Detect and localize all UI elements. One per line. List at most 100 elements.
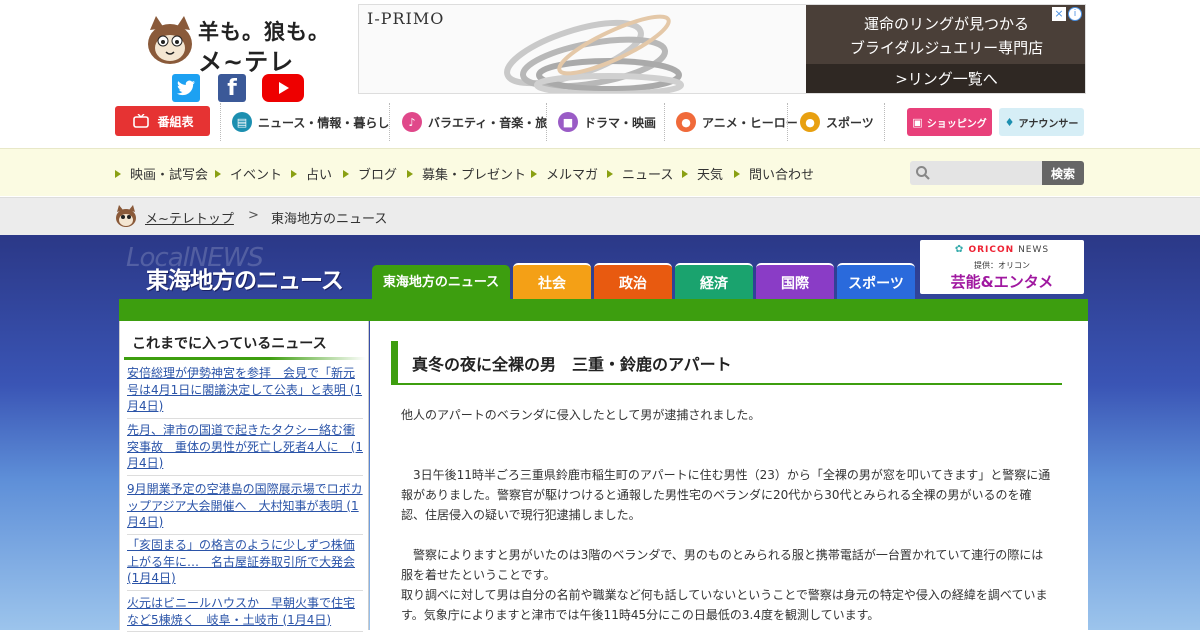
nav-news[interactable]: ▤ ニュース・情報・暮らし xyxy=(232,103,389,141)
facebook-icon[interactable]: f xyxy=(218,74,246,102)
subnav-label: 募集・プレゼント xyxy=(422,168,527,183)
sidebar: これまでに入っているニュース 安倍総理が伊勢神宮を参拝 会見で「新元号は4月1日… xyxy=(119,321,369,632)
tab-sports[interactable]: スポーツ xyxy=(837,263,915,300)
nav-bangumi-button[interactable]: 番組表 xyxy=(115,106,210,136)
tab-tokai[interactable]: 東海地方のニュース xyxy=(372,265,510,300)
triangle-bullet-icon xyxy=(343,169,349,178)
music-note-icon: ♪ xyxy=(402,112,422,132)
shopping-bag-icon: ▣ xyxy=(912,115,923,129)
tab-underline-bar xyxy=(119,299,1088,321)
nav-sports-label: スポーツ xyxy=(826,115,874,130)
subnav-item-mailmag[interactable]: メルマガ xyxy=(531,164,598,183)
nav-shopping-button[interactable]: ▣ ショッピング xyxy=(907,108,992,136)
section-title: 東海地方のニュース xyxy=(146,268,344,294)
nav-announcer-button[interactable]: ♦ アナウンサー xyxy=(999,108,1084,136)
subnav-label: ブログ xyxy=(358,168,398,183)
breadcrumb: メ~テレトップ > 東海地方のニュース xyxy=(0,197,1200,235)
nav-divider xyxy=(664,103,665,141)
adchoices-icon[interactable]: i xyxy=(1068,7,1082,21)
article-paragraph: 3日午後11時半ごろ三重県鈴鹿市稲生町のアパートに住む男性（23）から「全裸の男… xyxy=(401,468,1051,522)
breadcrumb-current: 東海地方のニュース xyxy=(271,212,388,227)
subnav-label: ニュース xyxy=(622,168,674,183)
article-paragraph: 警察によりますと男がいたのは3階のベランダで、男のものとみられる服と携帯電話が一… xyxy=(401,548,1044,582)
subnav-item-fortune[interactable]: 占い xyxy=(291,164,332,183)
subnav-label: イベント xyxy=(230,168,283,183)
subnav-item-blog[interactable]: ブログ xyxy=(343,164,397,183)
tab-shakai[interactable]: 社会 xyxy=(513,263,591,300)
nav-variety[interactable]: ♪ バラエティ・音楽・旅 xyxy=(402,103,547,141)
triangle-bullet-icon xyxy=(682,169,688,178)
oricon-brand: ✿ ORICON NEWS xyxy=(920,244,1084,255)
nav-divider xyxy=(220,103,221,141)
triangle-bullet-icon xyxy=(607,169,613,178)
subnav-item-news[interactable]: ニュース xyxy=(607,164,673,183)
oricon-entertainment-banner[interactable]: ✿ ORICON NEWS 提供：オリコン 芸能&エンタメ xyxy=(920,240,1084,294)
nav-shopping-label: ショッピング xyxy=(926,118,987,130)
nav-divider xyxy=(389,103,390,141)
subnav-label: 映画・試写会 xyxy=(130,168,209,183)
tab-keizai[interactable]: 経済 xyxy=(675,263,753,300)
subnav-label: メルマガ xyxy=(546,168,599,183)
sidebar-title: これまでに入っているニュース xyxy=(132,336,327,352)
ad-brand: I-PRIMO xyxy=(367,9,445,28)
twitter-icon[interactable] xyxy=(172,74,200,102)
nav-divider xyxy=(787,103,788,141)
nav-announcer-label: アナウンサー xyxy=(1018,118,1079,130)
subnav-item-movie[interactable]: 映画・試写会 xyxy=(115,164,208,183)
article-paragraph: 取り調べに対して男は自分の名前や職業など何も話していないということで警察は身元の… xyxy=(401,588,1048,622)
search-button[interactable]: 検索 xyxy=(1042,161,1084,185)
sidebar-news-link[interactable]: 先月、津市の国道で起きたタクシー絡む衝突事故 重体の男性が死亡し死者4人に (1… xyxy=(127,422,363,476)
article-title: 真冬の夜に全裸の男 三重・鈴鹿のアパート xyxy=(412,355,732,374)
site-header: 羊も。狼も。 メ~テレ f I-PRIMO 運命のリングが見つかる ブライダルジ… xyxy=(0,0,1200,148)
breadcrumb-separator: > xyxy=(248,208,259,223)
search-icon xyxy=(916,166,930,180)
subnav-item-weather[interactable]: 天気 xyxy=(682,164,723,183)
clapperboard-icon: ■ xyxy=(558,112,578,132)
nav-anime[interactable]: ● アニメ・ヒーロー xyxy=(676,103,798,141)
subnav-label: 占い xyxy=(306,168,333,183)
advertisement-banner[interactable]: I-PRIMO 運命のリングが見つかる ブライダルジュエリー専門店 >リング一覧… xyxy=(358,4,1086,94)
triangle-bullet-icon xyxy=(734,169,740,178)
sidebar-news-link[interactable]: 火元はビニールハウスか 早朝火事で住宅など5棟焼く 岐阜・土岐市 (1月4日) xyxy=(127,595,363,632)
nav-sports[interactable]: ● スポーツ xyxy=(800,103,874,141)
nav-bangumi-label: 番組表 xyxy=(157,114,194,129)
logo-wordmark: メ~テレ xyxy=(198,48,295,76)
sub-nav: 映画・試写会 イベント 占い ブログ 募集・プレゼント メルマガ ニュース 天気… xyxy=(0,148,1200,196)
sidebar-news-link[interactable]: 「亥固まる」の格言のように少しずつ株価上がる年に… 名古屋証券取引所で大発会 (… xyxy=(127,537,363,591)
sidebar-title-underline xyxy=(124,357,366,360)
mascot-icon xyxy=(116,205,136,227)
nav-divider xyxy=(546,103,547,141)
article-paragraph: 他人のアパートのベランダに侵入したとして男が逮捕されました。 xyxy=(401,408,761,422)
article: 真冬の夜に全裸の男 三重・鈴鹿のアパート 他人のアパートのベランダに侵入したとし… xyxy=(370,321,1088,630)
triangle-bullet-icon xyxy=(531,169,537,178)
subnav-label: 問い合わせ xyxy=(749,168,815,183)
subnav-item-present[interactable]: 募集・プレゼント xyxy=(407,164,526,183)
site-search: 検索 xyxy=(910,161,1084,185)
site-logo[interactable]: 羊も。狼も。 メ~テレ xyxy=(140,10,330,76)
social-links: f xyxy=(172,74,312,104)
tab-seiji[interactable]: 政治 xyxy=(594,263,672,300)
subnav-item-event[interactable]: イベント xyxy=(215,164,282,183)
tab-kokusai[interactable]: 国際 xyxy=(756,263,834,300)
mascot-logo-icon xyxy=(148,16,192,64)
youtube-icon[interactable] xyxy=(262,74,304,102)
oricon-label: 芸能&エンタメ xyxy=(950,273,1054,291)
tv-icon xyxy=(131,111,151,131)
breadcrumb-home-link[interactable]: メ~テレトップ xyxy=(145,208,234,227)
ad-subheadline: ブライダルジュエリー専門店 xyxy=(849,39,1044,57)
sidebar-news-link[interactable]: 安倍総理が伊勢神宮を参拝 会見で「新元号は4月1日に閣議決定して公表」と表明 (… xyxy=(127,365,363,419)
oricon-logo-icon: ✿ xyxy=(954,244,969,255)
ad-cta-button[interactable]: >リング一覧へ xyxy=(806,64,1085,93)
sidebar-news-link[interactable]: 9月開業予定の空港島の国際展示場でロボカップアジア大会開催へ 大村知事が表明 (… xyxy=(127,481,363,535)
nav-anime-label: アニメ・ヒーロー xyxy=(702,115,798,130)
oricon-brand-b: NEWS xyxy=(1018,245,1050,255)
triangle-bullet-icon xyxy=(115,169,121,178)
subnav-item-contact[interactable]: 問い合わせ xyxy=(734,164,814,183)
oricon-provided: 提供：オリコン xyxy=(974,261,1030,270)
nav-drama[interactable]: ■ ドラマ・映画 xyxy=(558,103,656,141)
ad-headline: 運命のリングが見つかる xyxy=(863,15,1029,33)
global-nav: 番組表 ▤ ニュース・情報・暮らし ♪ バラエティ・音楽・旅 ■ ドラマ・映画 … xyxy=(115,103,1085,141)
nav-variety-label: バラエティ・音楽・旅 xyxy=(428,115,548,130)
ad-close-icon[interactable]: × xyxy=(1052,7,1066,21)
nav-drama-label: ドラマ・映画 xyxy=(584,115,657,130)
